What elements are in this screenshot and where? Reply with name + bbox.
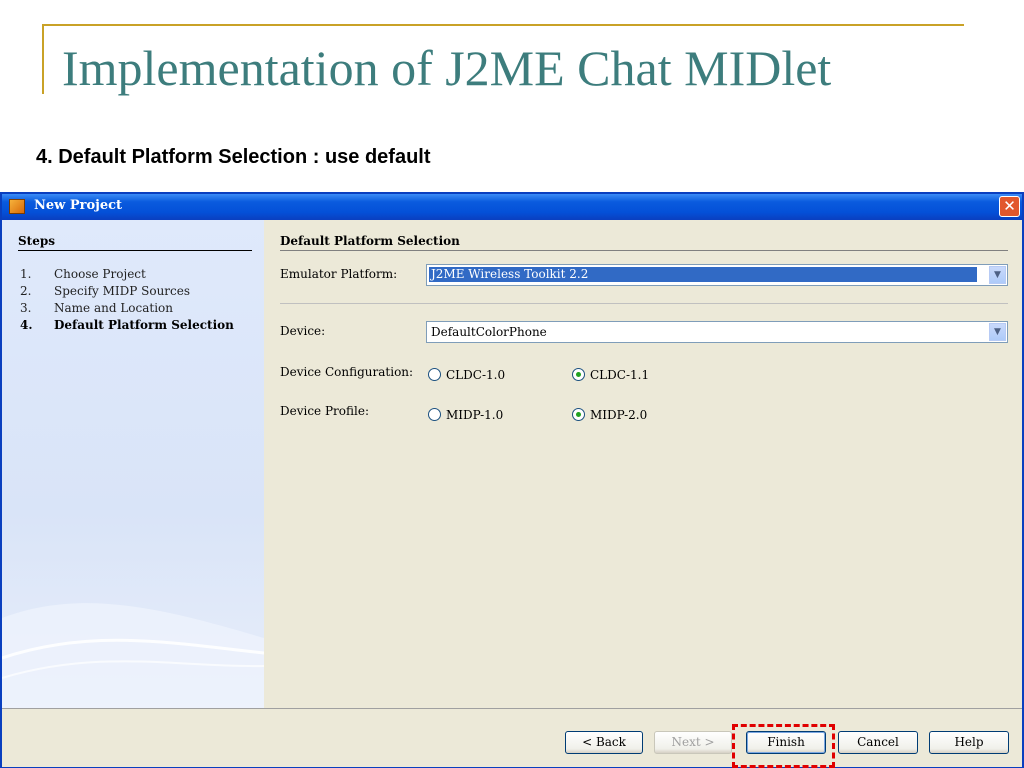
step-item-specify-midp-sources: 2. Specify MIDP Sources [20,283,234,300]
radio-cldc-1-1[interactable]: CLDC-1.1 [572,368,649,382]
slide-subtitle: 4. Default Platform Selection : use defa… [36,146,431,168]
radio-circle-icon [428,368,441,381]
step-item-default-platform-selection: 4. Default Platform Selection [20,317,234,334]
step-number: 4. [20,318,33,332]
help-button[interactable]: Help [929,731,1009,754]
cancel-button[interactable]: Cancel [838,731,918,754]
chevron-down-icon[interactable]: ▼ [989,266,1006,284]
steps-heading: Steps [18,234,252,251]
decorative-left-line [42,24,44,94]
device-label: Device: [280,324,326,338]
platform-selection-panel: Default Platform Selection Emulator Plat… [280,220,1008,708]
radio-label: CLDC-1.0 [446,368,506,382]
dialog-titlebar[interactable]: New Project ✕ [2,194,1022,220]
dialog-button-bar: < Back Next > Finish Cancel Help [2,708,1022,767]
step-item-name-and-location: 3. Name and Location [20,300,234,317]
step-label: Choose Project [54,267,146,281]
step-number: 1. [20,267,32,281]
step-number: 3. [20,301,32,315]
emulator-platform-select[interactable]: J2ME Wireless Toolkit 2.2 ▼ [426,264,1008,286]
device-value: DefaultColorPhone [431,325,547,339]
decorative-top-line [42,24,964,26]
divider [280,303,1008,304]
radio-label: MIDP-1.0 [446,408,504,422]
next-button[interactable]: Next > [654,731,732,754]
radio-label: CLDC-1.1 [590,368,650,382]
app-icon [9,199,25,214]
slide-title: Implementation of J2ME Chat MIDlet [62,40,832,96]
radio-cldc-1-0[interactable]: CLDC-1.0 [428,368,505,382]
radio-circle-icon [428,408,441,421]
device-configuration-label: Device Configuration: [280,365,414,379]
radio-label: MIDP-2.0 [590,408,648,422]
radio-midp-2-0[interactable]: MIDP-2.0 [572,408,647,422]
step-label: Default Platform Selection [54,318,234,332]
close-button[interactable]: ✕ [999,196,1020,217]
radio-selected-icon [572,408,585,421]
back-button[interactable]: < Back [565,731,643,754]
section-heading: Default Platform Selection [280,234,1008,251]
step-label: Specify MIDP Sources [54,284,191,298]
finish-highlight-box [732,724,835,768]
dialog-title: New Project [34,198,123,213]
chevron-down-icon[interactable]: ▼ [989,323,1006,341]
step-label: Name and Location [54,301,174,315]
step-number: 2. [20,284,32,298]
decorative-swoosh [2,603,264,708]
step-list: 1. Choose Project 2. Specify MIDP Sources … [20,266,234,334]
device-select[interactable]: DefaultColorPhone ▼ [426,321,1008,343]
emulator-platform-label: Emulator Platform: [280,267,398,281]
new-project-dialog: New Project ✕ Steps 1. Choose Project 2. S… [0,192,1024,768]
radio-midp-1-0[interactable]: MIDP-1.0 [428,408,503,422]
radio-selected-icon [572,368,585,381]
step-item-choose-project: 1. Choose Project [20,266,234,283]
emulator-platform-value: J2ME Wireless Toolkit 2.2 [429,267,977,282]
device-profile-label: Device Profile: [280,404,369,418]
steps-panel: Steps 1. Choose Project 2. Specify MIDP So… [2,220,264,708]
